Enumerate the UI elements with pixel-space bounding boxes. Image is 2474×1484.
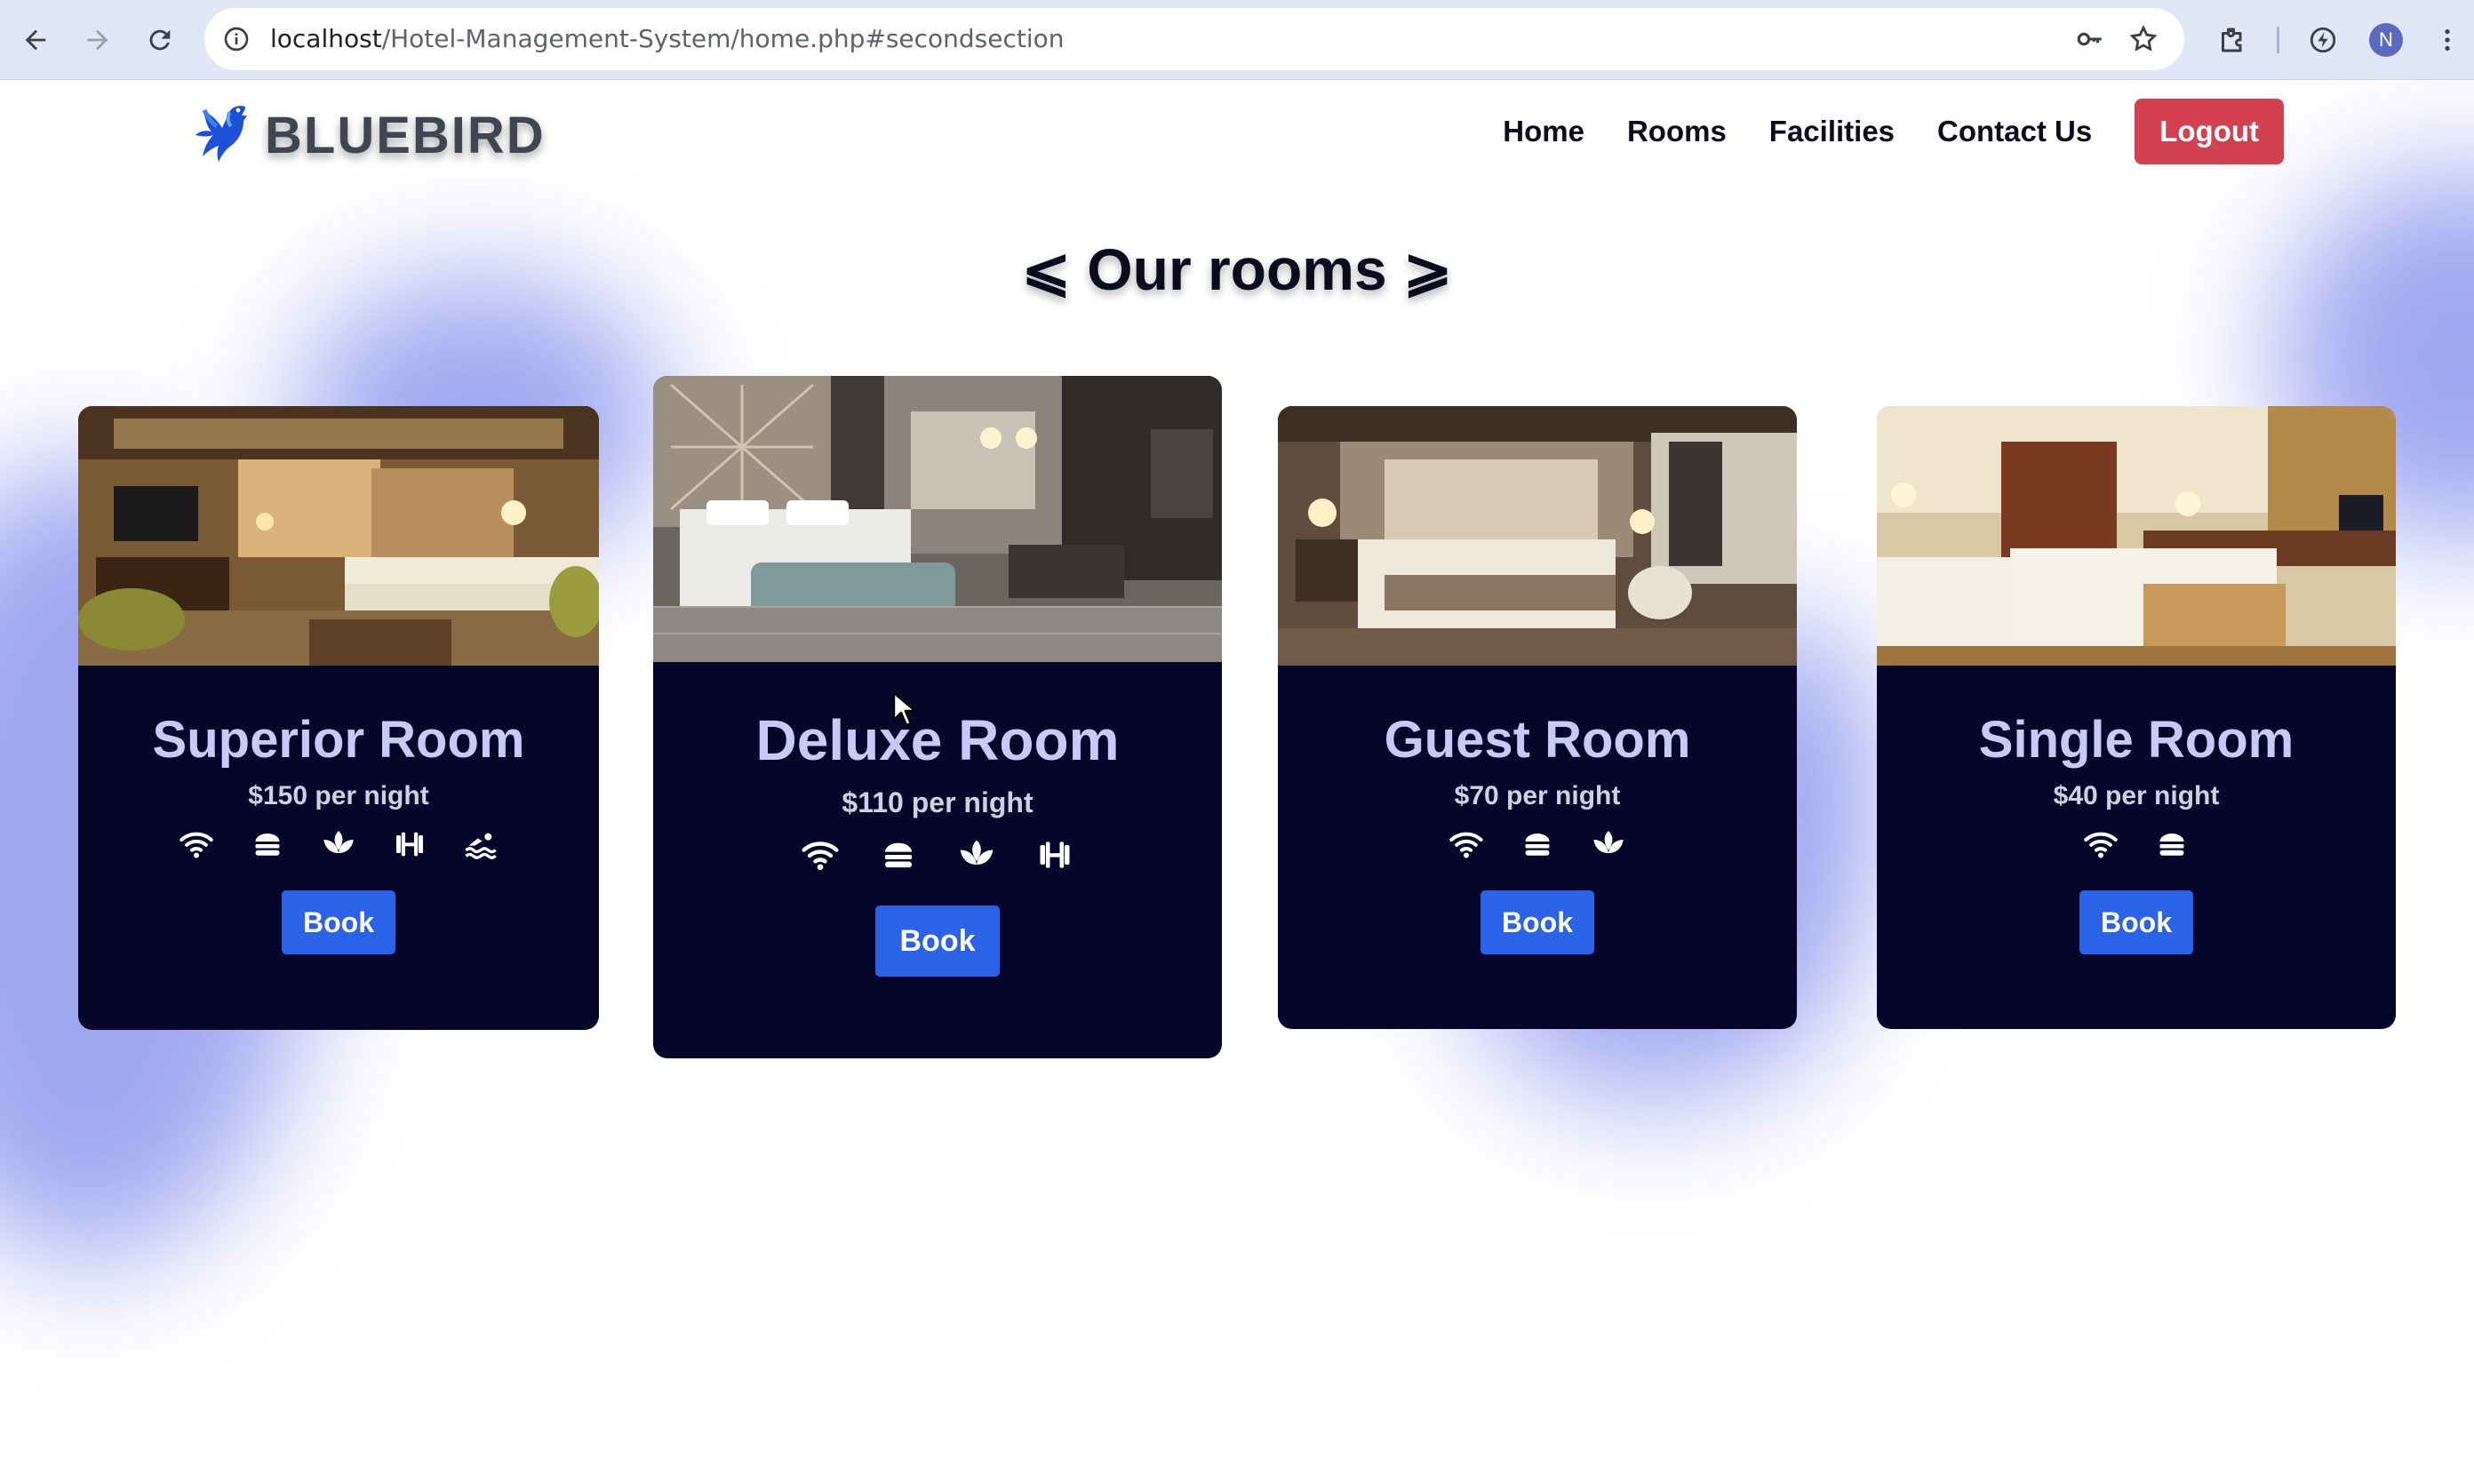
room-title: Single Room [1978,711,2294,769]
address-bar[interactable]: localhost/Hotel-Management-System/home.p… [204,8,2184,70]
book-button[interactable]: Book [282,890,395,954]
room-photo [78,406,599,666]
room-card-superior: Superior Room $150 per night Book [78,406,599,1030]
room-price: $150 per night [248,781,429,810]
room-price: $110 per night [842,786,1033,818]
performance-icon[interactable] [2298,15,2348,65]
room-title: Superior Room [152,711,525,769]
dumbbell-icon [1016,833,1094,877]
burger-icon [859,833,938,877]
browser-toolbar: localhost/Hotel-Management-System/home.p… [0,0,2474,80]
room-photo [653,376,1222,662]
spa-icon [303,824,374,865]
forward-icon[interactable] [73,15,123,65]
section-title: ⩽ Our rooms ⩾ [1021,236,1453,302]
profile-avatar[interactable]: N [2369,23,2403,57]
nav-link-facilities[interactable]: Facilities [1769,115,1895,148]
burger-icon [232,824,303,865]
amenity-icons [1278,824,1797,865]
swimmer-icon [445,824,516,865]
room-card-deluxe: Deluxe Room $110 per night Book [653,376,1222,1058]
web-page: BLUEBIRD Home Rooms Facilities Contact U… [0,80,2474,1484]
room-title: Deluxe Room [755,708,1120,772]
extensions-icon[interactable] [2207,15,2257,65]
room-title: Guest Room [1384,711,1691,769]
room-price: $70 per night [1454,781,1621,810]
bluebird-logo-icon [196,106,247,162]
wifi-icon [781,833,859,877]
url-host: localhost [270,24,382,53]
spa-icon [1573,824,1644,865]
burger-icon [1502,824,1573,865]
logout-button[interactable]: Logout [2135,99,2284,164]
back-icon[interactable] [11,15,60,65]
menu-kebab-icon[interactable] [2422,15,2472,65]
toolbar-divider [2277,27,2279,53]
reload-icon[interactable] [135,15,185,65]
wifi-icon [161,824,232,865]
room-card-single: Single Room $40 per night Book [1877,406,2396,1029]
wifi-icon [2065,824,2136,865]
room-photo [1278,406,1797,666]
bookmark-star-icon[interactable] [2124,20,2163,59]
burger-icon [2136,824,2207,865]
main-nav: Home Rooms Facilities Contact Us Logout [1460,98,2284,165]
url-text[interactable]: localhost/Hotel-Management-System/home.p… [270,8,1065,70]
room-photo [1877,406,2396,666]
amenity-icons [1877,824,2396,865]
amenity-icons [78,824,599,865]
dumbbell-icon [374,824,445,865]
amenity-icons [653,833,1222,877]
book-button[interactable]: Book [1480,890,1594,954]
nav-link-rooms[interactable]: Rooms [1627,115,1727,148]
book-button[interactable]: Book [2079,890,2193,954]
wifi-icon [1431,824,1502,865]
nav-link-contact-us[interactable]: Contact Us [1937,115,2092,148]
mouse-cursor-icon [892,691,915,727]
brand-logo[interactable]: BLUEBIRD [178,91,546,180]
room-card-guest: Guest Room $70 per night Book [1278,406,1797,1029]
spa-icon [938,833,1016,877]
room-price: $40 per night [2053,781,2220,810]
url-path: /Hotel-Management-System/home.php#second… [381,24,1065,53]
book-button[interactable]: Book [875,906,1000,977]
nav-link-home[interactable]: Home [1503,115,1584,148]
site-info-icon[interactable] [217,20,256,59]
password-key-icon[interactable] [2071,20,2110,59]
brand-name: BLUEBIRD [265,106,546,164]
